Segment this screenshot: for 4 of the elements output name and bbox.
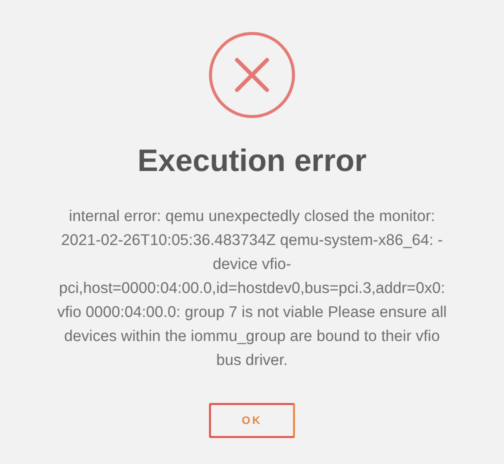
error-icon bbox=[208, 31, 296, 119]
ok-button[interactable]: OK bbox=[209, 403, 295, 438]
error-message: internal error: qemu unexpectedly closed the monitor: 2021-02-26T10:05:36.483734Z qemu-system-x86_64: - device vfio- pci,host=0000:04:00.0,id=hostdev0,bus=pci.3,addr=0x0: vfio 0000:04:00.0: group 7 is not viable Please ensure all devices within the iommu_group are bound to their vfio bus driver. bbox=[57, 207, 447, 371]
dialog-title: Execution error bbox=[137, 142, 367, 180]
